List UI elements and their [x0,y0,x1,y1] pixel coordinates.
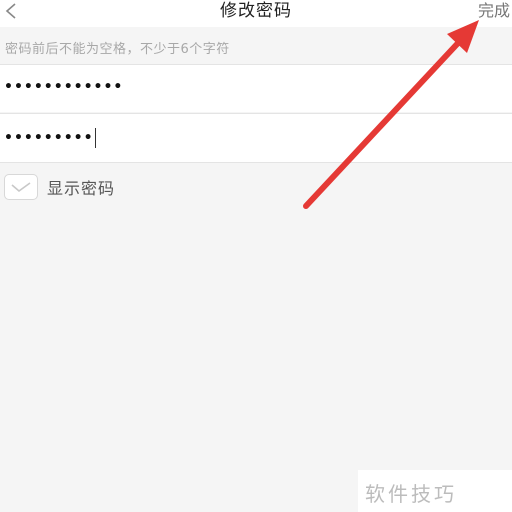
password-hint: 密码前后不能为空格，不少于6个字符 [5,42,230,57]
show-password-checkbox[interactable] [4,174,38,200]
confirm-password-text: ••••••••• [4,130,94,146]
confirm-password-value: ••••••••• [4,128,96,148]
show-password-label: 显示密码 [47,179,116,198]
check-icon [11,182,31,193]
text-cursor [94,128,96,148]
header-bar: 修改密码 完成 [0,0,512,27]
watermark-text: 软件技巧 [365,482,457,506]
confirm-password-field[interactable]: ••••••••• [0,113,512,163]
show-password-toggle[interactable]: 显示密码 [4,174,115,200]
new-password-value: •••••••••••• [4,79,124,95]
page-title: 修改密码 [220,1,292,21]
change-password-screen: 修改密码 完成 密码前后不能为空格，不少于6个字符 •••••••••••• •… [0,0,512,512]
done-button[interactable]: 完成 [478,0,512,22]
new-password-field[interactable]: •••••••••••• [0,64,512,112]
